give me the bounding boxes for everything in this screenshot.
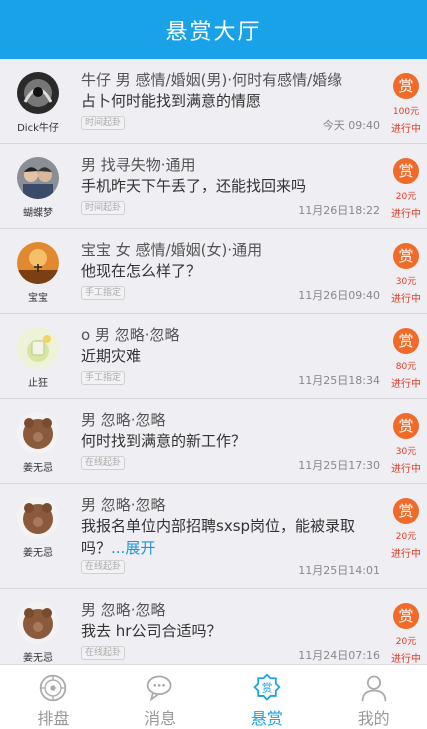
list-item[interactable]: 姜无忌 男 忽略·忽略 我报名单位内部招聘sxsp岗位，能被录取吗？...展开 …	[0, 484, 427, 589]
tab-label: 悬赏	[250, 709, 283, 728]
tab-messages[interactable]: 消息	[107, 665, 214, 729]
post-time: 11月26日18:22	[298, 204, 380, 217]
question-text: 他现在怎么样了？	[81, 262, 202, 280]
reward-badge: 赏 20元 进行中	[388, 158, 424, 220]
username: 止狂	[28, 378, 48, 389]
status-label: 进行中	[391, 379, 421, 390]
method-tag: 在线起卦	[81, 456, 126, 470]
list-item[interactable]: 宝宝 宝宝 女 感情/婚姻(女)·通用 他现在怎么样了？ 手工指定 11月26日…	[0, 229, 427, 314]
tab-label: 我的	[357, 709, 390, 728]
reward-icon: 赏	[393, 158, 419, 184]
avatar[interactable]	[17, 157, 59, 199]
category-line: o 男 忽略·忽略	[81, 326, 180, 344]
title-bar: 悬赏大厅	[0, 0, 427, 59]
reward-badge: 赏 30元 进行中	[388, 413, 424, 475]
username: 姜无忌	[23, 548, 53, 559]
reward-icon: 赏	[393, 243, 419, 269]
question-text: 我报名单位内部招聘sxsp岗位，能被录取吗？...展开	[81, 517, 356, 557]
post-time: 11月25日18:34	[298, 374, 380, 387]
question-text: 近期灾难	[81, 347, 142, 365]
method-tag: 时间起卦	[81, 116, 126, 130]
avatar[interactable]	[17, 412, 59, 454]
compass-icon	[40, 674, 67, 702]
category-line: 男 忽略·忽略	[81, 601, 166, 619]
reward-amount: 20元	[395, 532, 417, 542]
reward-icon: 赏	[393, 73, 419, 99]
post-time: 11月24日07:16	[298, 649, 380, 662]
reward-list[interactable]: Dick牛仔 牛仔 男 感情/婚姻(男)·何时有感情/婚缘 占卜何时能找到满意的…	[0, 59, 427, 664]
reward-icon: 赏	[393, 498, 419, 524]
category-line: 牛仔 男 感情/婚姻(男)·何时有感情/婚缘	[81, 71, 343, 89]
category-line: 男 忽略·忽略	[81, 496, 166, 514]
reward-amount: 20元	[395, 637, 417, 647]
question-text: 手机昨天下午丢了，还能找回来吗	[81, 177, 307, 195]
chat-bubbles-icon	[146, 675, 172, 702]
avatar[interactable]	[17, 602, 59, 644]
reward-icon: 赏	[393, 603, 419, 629]
reward-badge: 赏 80元 进行中	[388, 328, 424, 390]
bottom-tab-bar: 排盘 消息 赏 悬赏 我的	[0, 664, 427, 729]
tab-label: 消息	[144, 709, 177, 728]
method-tag: 时间起卦	[81, 201, 126, 215]
tab-profile[interactable]: 我的	[320, 665, 427, 729]
list-item[interactable]: 止狂 o 男 忽略·忽略 近期灾难 手工指定 11月25日18:34 赏 80元…	[0, 314, 427, 399]
status-label: 进行中	[391, 209, 421, 220]
tab-rewards[interactable]: 赏 悬赏	[214, 665, 321, 729]
page-title: 悬赏大厅	[165, 19, 262, 45]
person-icon	[361, 675, 386, 702]
method-tag: 在线起卦	[81, 646, 126, 660]
reward-amount: 30元	[395, 277, 417, 287]
list-item[interactable]: 姜无忌 男 忽略·忽略 何时找到满意的新工作？ 在线起卦 11月25日17:30…	[0, 399, 427, 484]
status-label: 进行中	[391, 549, 421, 560]
reward-amount: 20元	[395, 192, 417, 202]
reward-badge: 赏 100元 进行中	[388, 73, 424, 135]
question-text: 我去 hr公司合适吗？	[81, 622, 222, 640]
username: Dick牛仔	[17, 123, 59, 134]
avatar[interactable]	[17, 327, 59, 369]
reward-amount: 80元	[395, 362, 417, 372]
category-line: 男 忽略·忽略	[81, 411, 166, 429]
method-tag: 手工指定	[81, 286, 126, 300]
method-tag: 在线起卦	[81, 560, 126, 574]
tab-label: 排盘	[37, 709, 70, 728]
list-item[interactable]: 姜无忌 男 忽略·忽略 我去 hr公司合适吗？ 在线起卦 11月24日07:16…	[0, 589, 427, 664]
post-time: 11月25日14:01	[298, 564, 380, 577]
post-time: 今天 09:40	[322, 119, 380, 132]
post-time: 11月26日09:40	[298, 289, 380, 302]
question-text: 何时找到满意的新工作？	[81, 432, 247, 450]
avatar[interactable]	[17, 497, 59, 539]
reward-amount: 30元	[395, 447, 417, 457]
reward-badge: 赏 20元 进行中	[388, 498, 424, 560]
status-label: 进行中	[391, 294, 421, 305]
username: 姜无忌	[23, 463, 53, 474]
username: 宝宝	[28, 293, 48, 304]
reward-icon: 赏	[393, 413, 419, 439]
post-time: 11月25日17:30	[298, 459, 380, 472]
category-line: 男 找寻失物·通用	[81, 156, 196, 174]
reward-badge-icon: 赏	[253, 673, 281, 701]
reward-badge: 赏 30元 进行中	[388, 243, 424, 305]
reward-icon: 赏	[393, 328, 419, 354]
question-text: 占卜何时能找到满意的情愿	[81, 92, 262, 110]
status-label: 进行中	[391, 124, 421, 135]
username: 姜无忌	[23, 653, 53, 664]
avatar[interactable]	[17, 72, 59, 114]
avatar[interactable]	[17, 242, 59, 284]
category-line: 宝宝 女 感情/婚姻(女)·通用	[81, 241, 263, 259]
reward-amount: 100元	[392, 107, 420, 117]
expand-link[interactable]: ...展开	[111, 539, 155, 557]
status-label: 进行中	[391, 654, 421, 664]
list-item[interactable]: 蝴蝶梦 男 找寻失物·通用 手机昨天下午丢了，还能找回来吗 时间起卦 11月26…	[0, 144, 427, 229]
username: 蝴蝶梦	[23, 208, 53, 219]
svg-text:赏: 赏	[262, 683, 273, 695]
method-tag: 手工指定	[81, 371, 126, 385]
tab-paipan[interactable]: 排盘	[0, 665, 107, 729]
reward-badge: 赏 20元 进行中	[388, 603, 424, 664]
list-item[interactable]: Dick牛仔 牛仔 男 感情/婚姻(男)·何时有感情/婚缘 占卜何时能找到满意的…	[0, 59, 427, 144]
status-label: 进行中	[391, 464, 421, 475]
